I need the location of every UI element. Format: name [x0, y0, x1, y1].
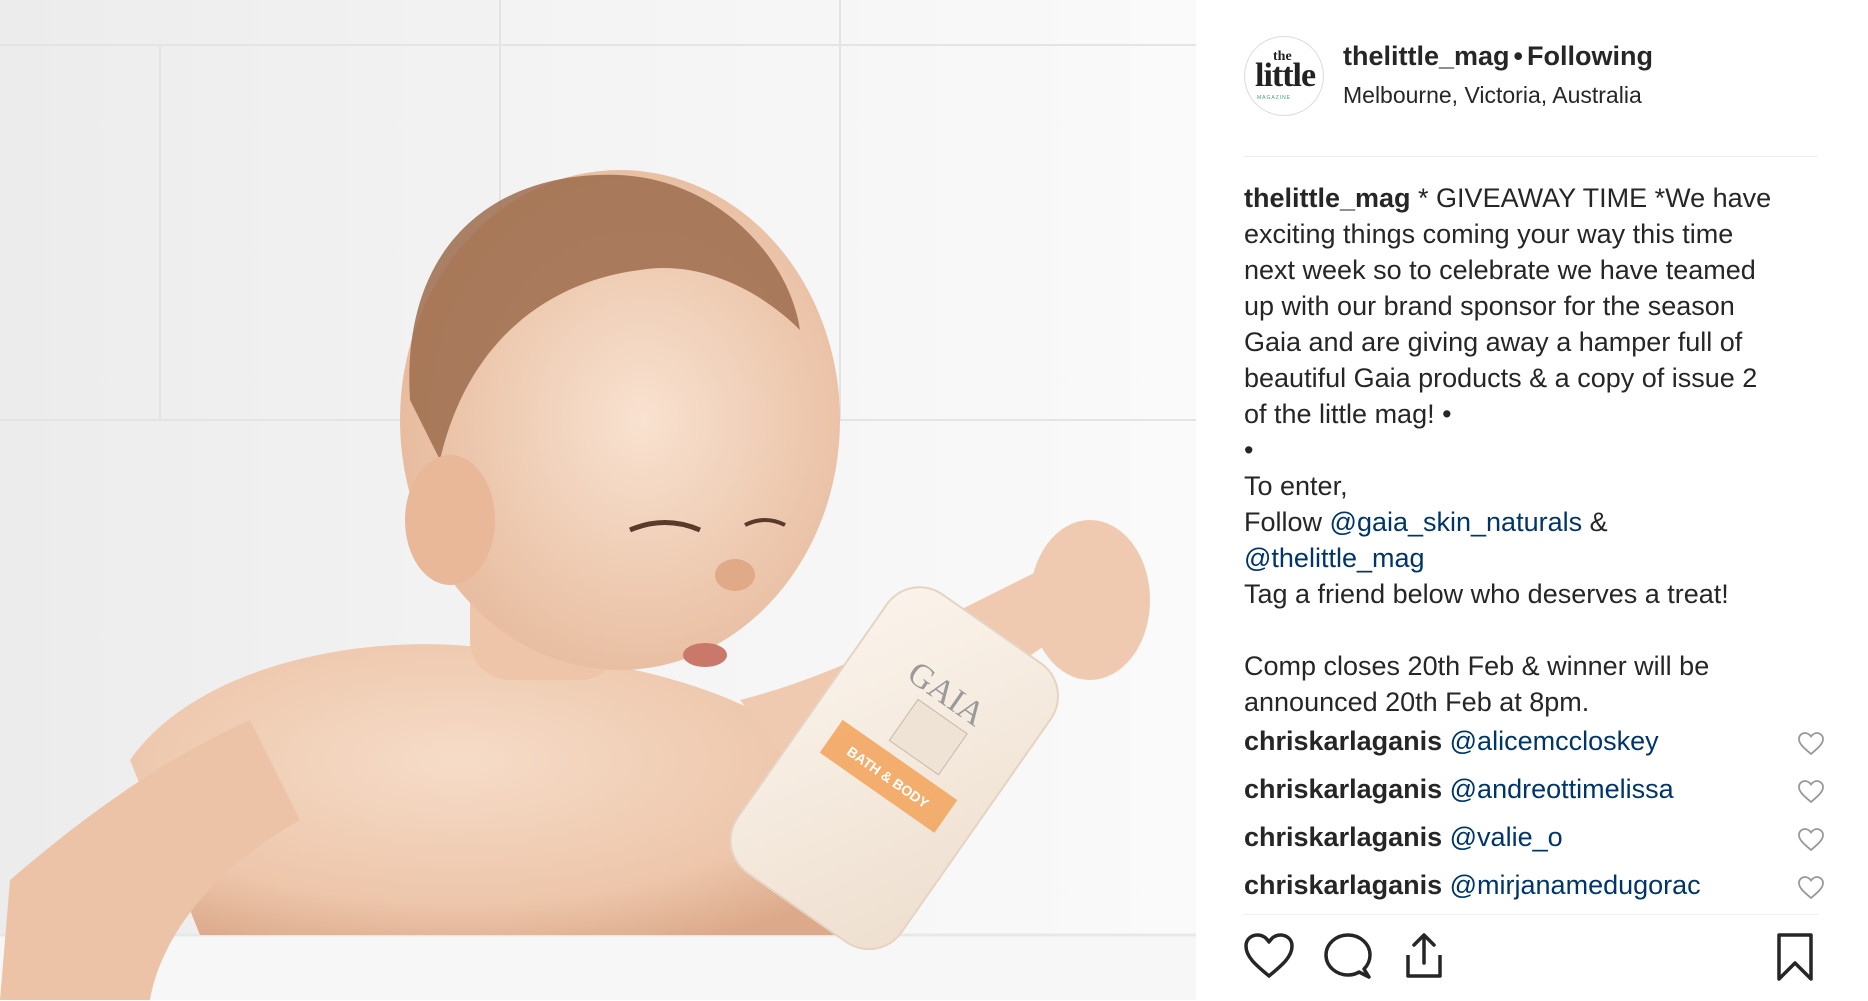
avatar[interactable]: the little MAGAZINE	[1244, 36, 1324, 116]
author-line: thelittle_mag • Following	[1343, 41, 1653, 72]
caption-line-6: beautiful Gaia products & a copy of issu…	[1244, 363, 1758, 393]
post-caption: thelittle_mag * GIVEAWAY TIME *We have e…	[1244, 180, 1824, 720]
ampersand: &	[1582, 507, 1608, 537]
comment-like-heart-icon[interactable]	[1798, 828, 1824, 859]
bookmark-icon[interactable]	[1776, 933, 1814, 981]
caption-line-1: thelittle_mag * GIVEAWAY TIME *We have	[1244, 180, 1824, 216]
post-header: the little MAGAZINE thelittle_mag • Follow…	[1244, 36, 1818, 157]
caption-follow-line: Follow @gaia_skin_naturals &	[1244, 504, 1824, 540]
comment-mention[interactable]: @valie_o	[1450, 822, 1563, 852]
location-link[interactable]: Melbourne, Victoria, Australia	[1343, 82, 1642, 109]
comment-username[interactable]: chriskarlaganis	[1244, 726, 1442, 756]
caption-line-5: Gaia and are giving away a hamper full o…	[1244, 327, 1743, 357]
caption-comp-line-1: Comp closes 20th Feb & winner will be	[1244, 651, 1710, 681]
baby-bath-photo: BATH & BODY GAIA	[0, 0, 1196, 1000]
speech-bubble-icon[interactable]	[1324, 933, 1372, 979]
comment-like-heart-icon[interactable]	[1798, 780, 1824, 811]
mention-gaia[interactable]: @gaia_skin_naturals	[1330, 507, 1583, 537]
comment-item: chriskarlaganis @valie_o	[1244, 822, 1824, 870]
comment-item: chriskarlaganis @mirjanamedugorac	[1244, 870, 1824, 918]
share-icon[interactable]	[1402, 933, 1446, 979]
comment-item: chriskarlaganis @alicemccloskey	[1244, 726, 1824, 774]
post-sidebar: the little MAGAZINE thelittle_mag • Follow…	[1196, 0, 1868, 1000]
caption-line-7: of the little mag! •	[1244, 399, 1452, 429]
comment-item: chriskarlaganis @andreottimelissa	[1244, 774, 1824, 822]
avatar-text-magazine: MAGAZINE	[1257, 95, 1292, 101]
caption-tag-line: Tag a friend below who deserves a treat!	[1244, 579, 1729, 609]
comment-username[interactable]: chriskarlaganis	[1244, 774, 1442, 804]
comment-mention[interactable]: @alicemccloskey	[1450, 726, 1659, 756]
comment-list: chriskarlaganis @alicemccloskey chriskar…	[1244, 726, 1824, 918]
caption-comp-line-2: announced 20th Feb at 8pm.	[1244, 687, 1590, 717]
mention-thelittle-mag[interactable]: @thelittle_mag	[1244, 543, 1425, 573]
comment-username[interactable]: chriskarlaganis	[1244, 870, 1442, 900]
comment-mention[interactable]: @mirjanamedugorac	[1450, 870, 1701, 900]
comment-like-heart-icon[interactable]	[1798, 732, 1824, 763]
comment-username[interactable]: chriskarlaganis	[1244, 822, 1442, 852]
caption-line-3: next week so to celebrate we have teamed	[1244, 255, 1756, 285]
follow-prefix: Follow	[1244, 507, 1330, 537]
caption-text: * GIVEAWAY TIME *We have	[1410, 183, 1772, 213]
caption-line-8: •	[1244, 435, 1254, 465]
author-username[interactable]: thelittle_mag	[1343, 41, 1510, 71]
caption-username[interactable]: thelittle_mag	[1244, 183, 1411, 213]
post-photo[interactable]: BATH & BODY GAIA	[0, 0, 1196, 1000]
post-actions	[1244, 914, 1818, 1001]
heart-icon[interactable]	[1244, 933, 1294, 979]
caption-line-9: To enter,	[1244, 471, 1348, 501]
caption-line-4: up with our brand sponsor for the season	[1244, 291, 1735, 321]
separator-dot: •	[1513, 41, 1523, 71]
following-button[interactable]: Following	[1527, 41, 1653, 71]
caption-mention-line: @thelittle_mag	[1244, 540, 1824, 576]
comment-mention[interactable]: @andreottimelissa	[1450, 774, 1674, 804]
avatar-text-little: little	[1255, 57, 1316, 94]
caption-line-2: exciting things coming your way this tim…	[1244, 219, 1734, 249]
comment-like-heart-icon[interactable]	[1798, 876, 1824, 907]
